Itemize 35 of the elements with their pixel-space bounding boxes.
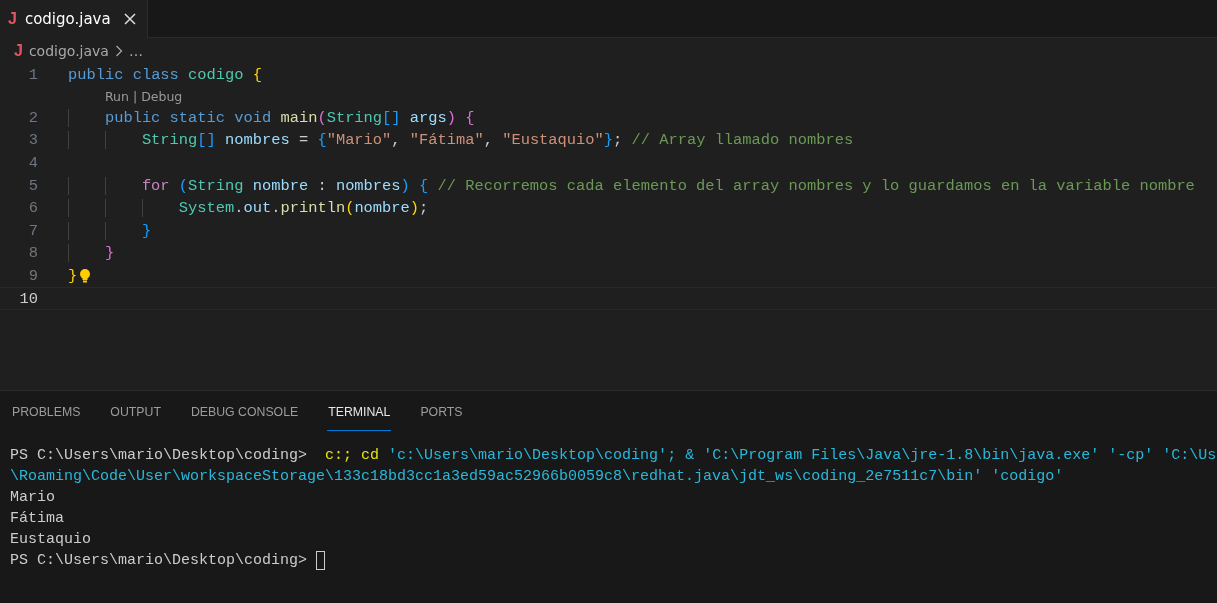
line-number: 2 [27, 108, 38, 127]
terminal-line: \Roaming\Code\User\workspaceStorage\133c18bd3cc1a3ed59ac52966b0059c8\redhat.java\jdt_ws\coding_2e7511c7\bin' 'codigo' [10, 468, 1064, 485]
code-lens-link[interactable]: Run [105, 89, 129, 105]
line-number: 10 [18, 289, 38, 308]
line-number: 4 [27, 154, 38, 173]
code-line: public class codigo { [68, 66, 262, 85]
java-file-icon: J [14, 42, 23, 60]
line-number: 1 [27, 66, 38, 85]
code-lens-link[interactable]: Debug [141, 89, 183, 105]
line-number: 9 [27, 267, 38, 286]
lightbulb-icon[interactable] [79, 268, 92, 285]
line-number: 7 [27, 221, 38, 240]
line-number: 3 [27, 131, 38, 150]
chevron-right-icon [114, 45, 123, 57]
breadcrumb-item[interactable]: codigo.java [28, 43, 109, 59]
panel-tab[interactable]: PORTS [419, 393, 464, 431]
line-number: 6 [27, 199, 38, 218]
code-line: } [68, 267, 78, 286]
panel-tab[interactable]: OUTPUT [109, 393, 162, 431]
terminal-line: Eustaquio [10, 531, 91, 548]
java-file-icon: J [8, 10, 17, 28]
code-lens-separator: | [132, 89, 138, 105]
tab-label: codigo.java [24, 10, 111, 28]
editor-tab[interactable]: J codigo.java [0, 0, 148, 38]
terminal-line: Mario [10, 489, 55, 506]
terminal-line: Fátima [10, 510, 64, 527]
breadcrumb-item[interactable]: … [128, 43, 143, 59]
terminal-line: PS C:\Users\mario\Desktop\coding> [10, 552, 309, 569]
panel-tab[interactable]: DEBUG CONSOLE [189, 393, 300, 431]
close-icon[interactable] [122, 12, 137, 26]
line-number: 8 [27, 244, 38, 263]
panel-tab[interactable]: TERMINAL [327, 393, 392, 431]
terminal-line: PS C:\Users\mario\Desktop\coding> c:; cd 'c:\Users\mario\Desktop\coding'; & 'C:\Program Files\Java\jre-1.8\bin\java.exe' '-cp' 'C:\Us [10, 447, 1217, 464]
line-number: 5 [27, 176, 38, 195]
panel-tab[interactable]: PROBLEMS [11, 393, 82, 431]
